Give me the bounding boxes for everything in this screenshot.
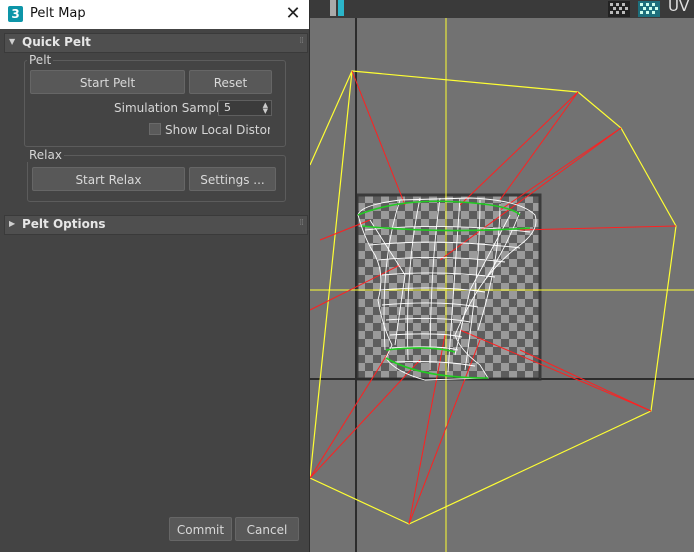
grip-icon: ⁞⁞ [299,218,304,228]
app-icon: 3 [8,6,23,22]
commit-button[interactable]: Commit [169,517,232,541]
pelt-map-dialog: 3 Pelt Map ✕ ▼ Quick Pelt ⁞⁞ Pelt Start … [0,0,310,552]
start-relax-button[interactable]: Start Relax [32,167,185,191]
cancel-button[interactable]: Cancel [235,517,299,541]
simulation-samples-value: 5 [224,101,231,114]
reset-button[interactable]: Reset [189,70,272,94]
collapse-arrow-icon: ▼ [9,37,16,46]
relax-group-title: Relax [27,148,64,162]
close-button[interactable]: ✕ [282,3,304,25]
spinner-arrows-icon[interactable]: ▲ ▼ [263,102,268,115]
checker-teal-icon[interactable] [638,1,660,17]
rollout-title: Pelt Options [22,217,106,231]
rollout-title: Quick Pelt [22,35,91,49]
checker-icon[interactable] [608,1,630,17]
pelt-group-title: Pelt [27,53,54,67]
rollout-pelt-options[interactable]: ▶ Pelt Options ⁞⁞ [4,215,308,235]
expand-arrow-icon: ▶ [9,219,16,228]
settings-button[interactable]: Settings ... [189,167,276,191]
show-local-distortion-label: Show Local Distortion [165,123,270,137]
dialog-titlebar[interactable]: 3 Pelt Map ✕ [0,0,309,29]
grip-icon: ⁞⁞ [299,36,304,46]
start-pelt-button[interactable]: Start Pelt [30,70,185,94]
uv-label: UV [668,0,690,15]
simulation-samples-spinner[interactable]: 5 ▲ ▼ [218,100,272,116]
rollout-quick-pelt[interactable]: ▼ Quick Pelt ⁞⁞ [4,33,308,53]
dialog-title: Pelt Map [30,6,86,21]
show-local-distortion-checkbox[interactable] [149,123,161,135]
